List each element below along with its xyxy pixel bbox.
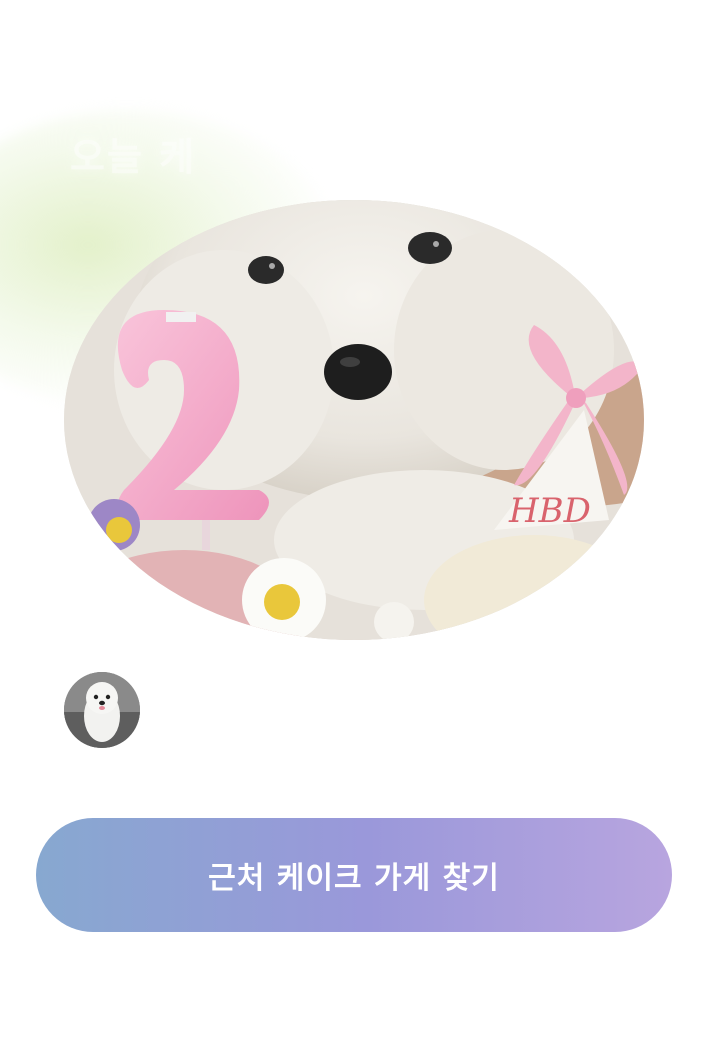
avatar[interactable] [64, 672, 140, 748]
faded-title: 오늘 케 [70, 135, 197, 179]
screen: 오늘 케 HBD 근처 케이크 가게 찾기 [0, 0, 708, 1052]
photo-illustration: HBD [64, 200, 644, 640]
find-nearby-cake-shop-button[interactable]: 근처 케이크 가게 찾기 [36, 818, 672, 932]
main-photo: HBD [64, 200, 644, 640]
hat-text: HBD [508, 491, 591, 531]
cta-label: 근처 케이크 가게 찾기 [208, 861, 500, 896]
dog-avatar-icon [64, 672, 140, 748]
